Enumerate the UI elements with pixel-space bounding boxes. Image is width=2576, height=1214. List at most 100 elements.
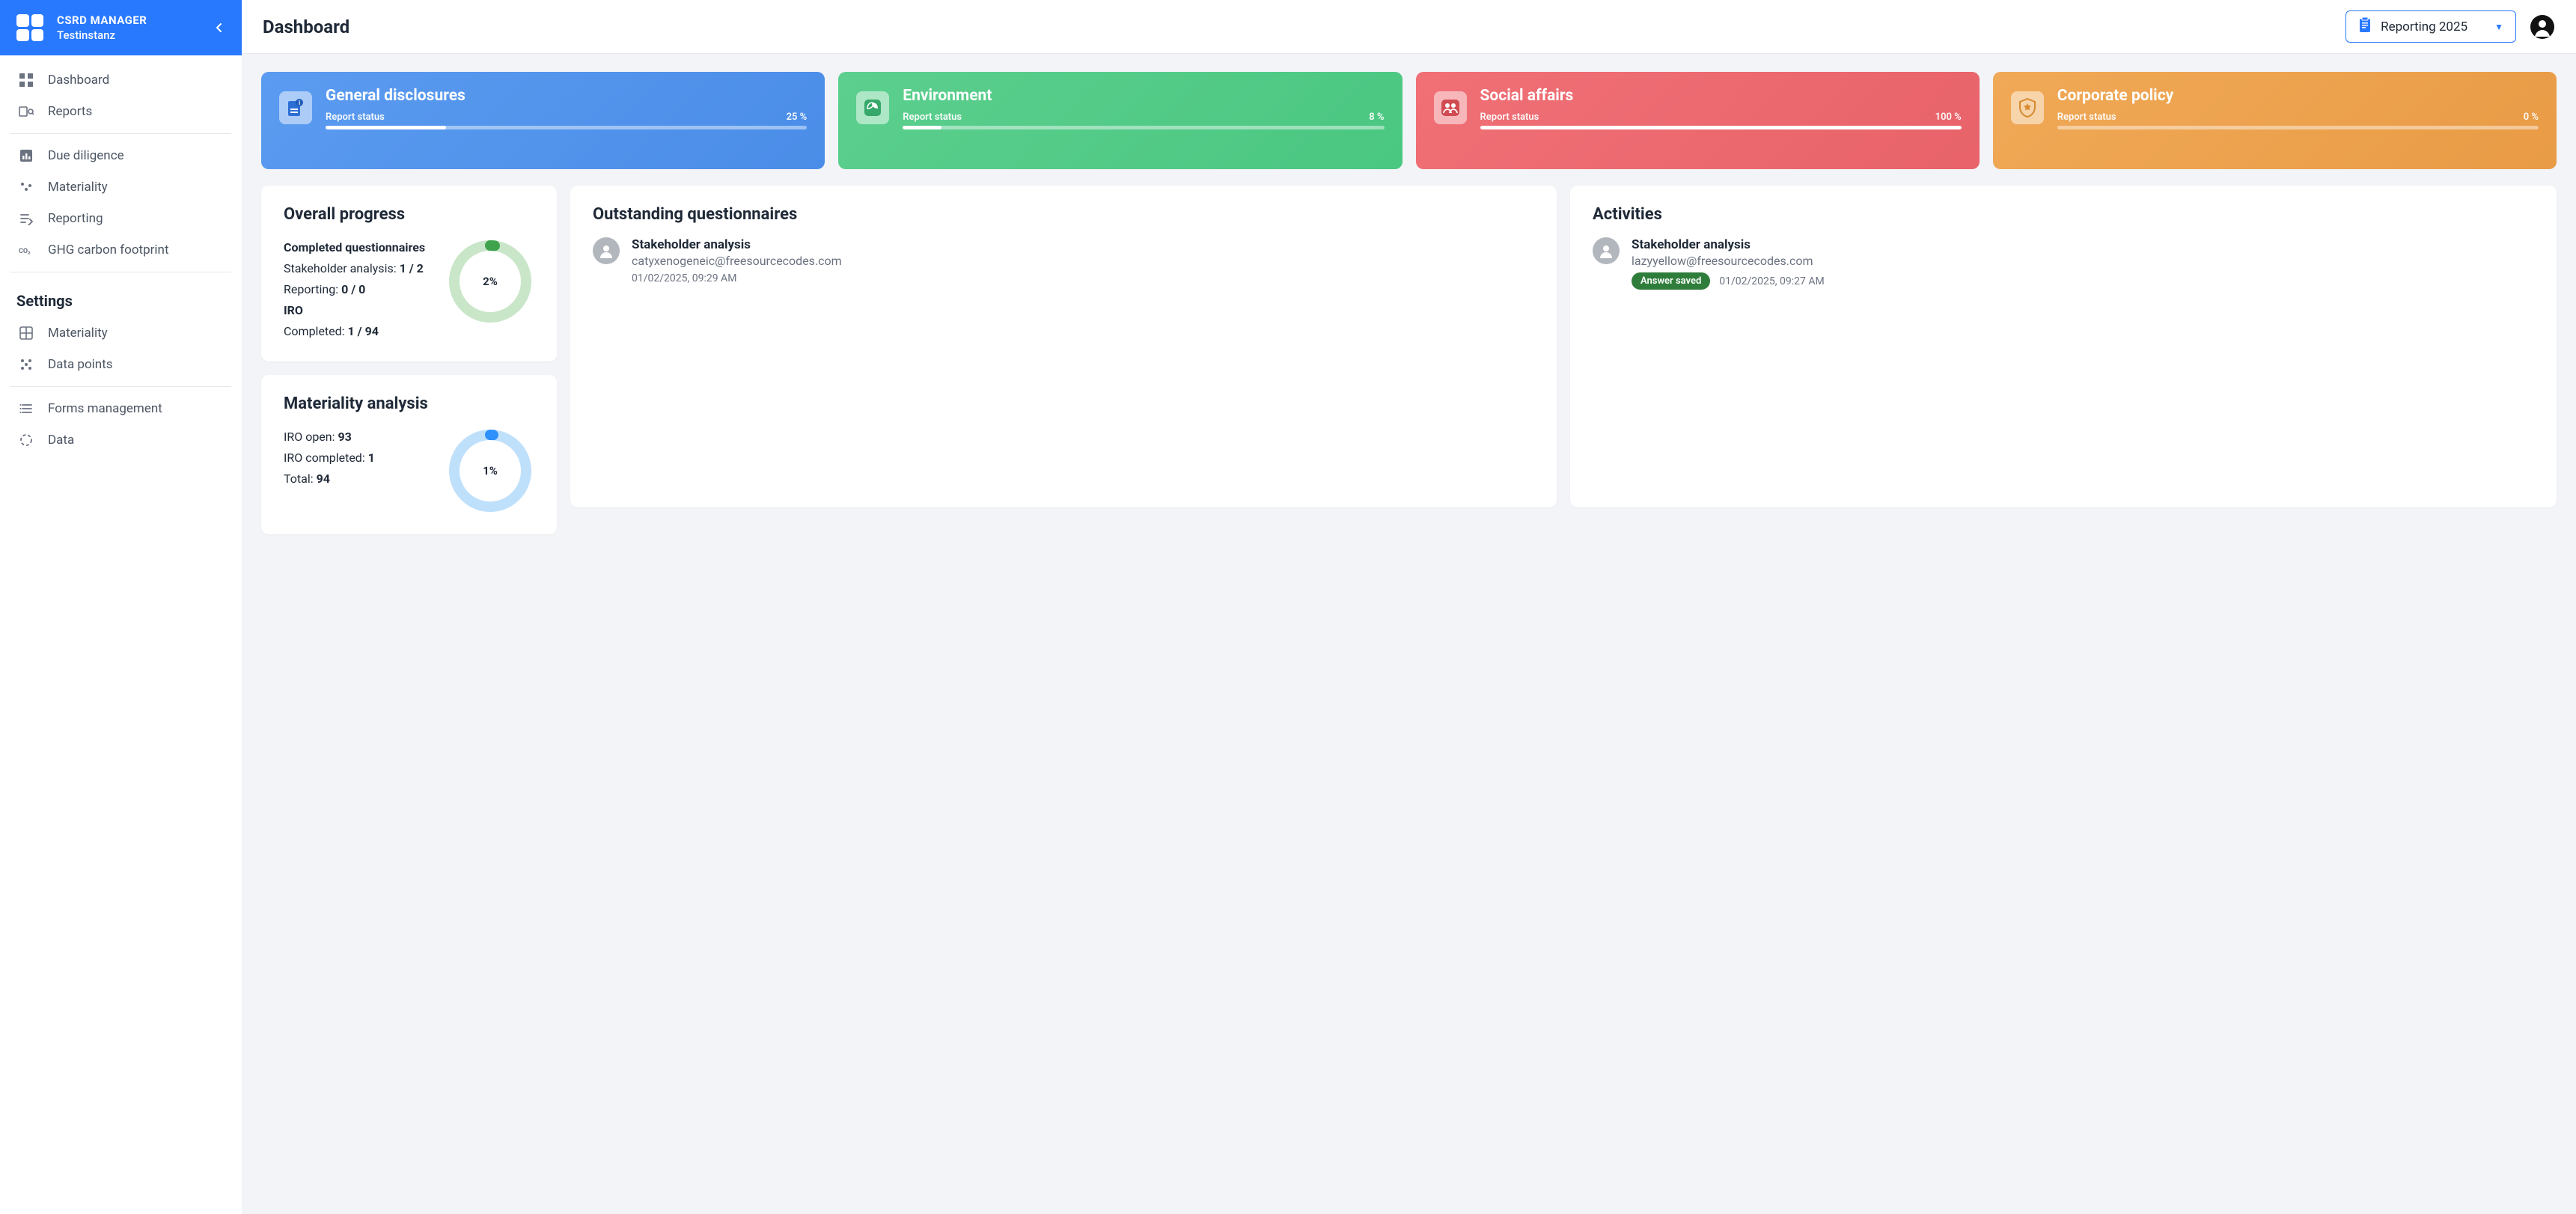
app-title: CSRD MANAGER	[57, 13, 147, 28]
sidebar-item-label: Data points	[48, 357, 113, 372]
grid-icon	[18, 325, 34, 341]
report-status-label: Report status	[903, 112, 962, 123]
widget-title: Overall progress	[284, 205, 534, 224]
settings-heading: Settings	[0, 278, 242, 317]
data-points-icon	[18, 356, 34, 373]
materiality-donut: 1%	[446, 427, 534, 515]
progress-bar	[2057, 126, 2539, 129]
status-card-title: Social affairs	[1480, 87, 1962, 106]
iro-total-label: Total:	[284, 472, 314, 486]
status-card-title: General disclosures	[326, 87, 807, 106]
list-icon	[18, 400, 34, 417]
sidebar-item-forms-management[interactable]: Forms management	[0, 393, 242, 424]
activity-item[interactable]: Stakeholder analysis lazyyellow@freesour…	[1593, 237, 2534, 290]
iro-completed-label: Completed:	[284, 324, 345, 338]
status-card-title: Corporate policy	[2057, 87, 2539, 106]
sidebar-item-label: Forms management	[48, 401, 162, 416]
activities-widget: Activities Stakeholder analysis lazyyell…	[1570, 186, 2557, 507]
activity-item-title: Stakeholder analysis	[1632, 237, 2534, 252]
status-card-social-affairs[interactable]: Social affairs Report status 100 %	[1416, 72, 1980, 169]
activity-item-email: lazyyellow@freesourcecodes.com	[1632, 254, 2534, 268]
app-logo-icon	[16, 14, 43, 41]
activity-badge: Answer saved	[1632, 272, 1710, 290]
overall-progress-donut: 2%	[446, 237, 534, 326]
sidebar-item-materiality[interactable]: Materiality	[0, 171, 242, 203]
bar-chart-icon	[18, 147, 34, 164]
donut-percent-label: 1%	[446, 427, 534, 515]
sidebar-nav: Dashboard Reports Due diligence Material…	[0, 55, 242, 1214]
sidebar-item-data-points[interactable]: Data points	[0, 349, 242, 380]
sidebar-item-label: Reports	[48, 104, 92, 119]
scatter-icon	[18, 179, 34, 195]
status-card-corporate-policy[interactable]: Corporate policy Report status 0 %	[1993, 72, 2557, 169]
progress-bar	[903, 126, 1384, 129]
progress-bar	[326, 126, 807, 129]
user-avatar-icon	[593, 237, 620, 264]
sidebar-item-data[interactable]: Data	[0, 424, 242, 456]
topbar: Dashboard Reporting 2025 ▼	[242, 0, 2576, 54]
sidebar-item-reporting[interactable]: Reporting	[0, 203, 242, 234]
widget-title: Outstanding questionnaires	[593, 205, 1534, 224]
sidebar-item-due-diligence[interactable]: Due diligence	[0, 140, 242, 171]
status-card-general-disclosures[interactable]: i General disclosures Report status 25 %	[261, 72, 825, 169]
stakeholder-value: 1 / 2	[400, 261, 424, 275]
leaf-icon	[856, 91, 889, 124]
report-status-label: Report status	[1480, 112, 1539, 123]
outstanding-item-time: 01/02/2025, 09:29 AM	[632, 272, 1534, 284]
reporting-period-label: Reporting 2025	[2381, 19, 2467, 34]
outstanding-questionnaires-widget: Outstanding questionnaires Stakeholder a…	[570, 186, 1557, 507]
reporting-period-selector[interactable]: Reporting 2025 ▼	[2345, 10, 2516, 43]
sidebar-item-label: Data	[48, 433, 74, 448]
user-avatar-icon	[1593, 237, 1620, 264]
widgets-row: Overall progress Completed questionnaire…	[261, 186, 2557, 534]
report-status-label: Report status	[326, 112, 385, 123]
status-card-title: Environment	[903, 87, 1384, 106]
main: Dashboard Reporting 2025 ▼ i General	[242, 0, 2576, 1214]
reporting-value: 0 / 0	[341, 282, 365, 296]
page-title: Dashboard	[263, 16, 350, 37]
outstanding-item[interactable]: Stakeholder analysis catyxenogeneic@free…	[593, 237, 1534, 284]
sidebar-item-reports[interactable]: Reports	[0, 96, 242, 127]
status-cards-row: i General disclosures Report status 25 %…	[261, 72, 2557, 169]
sidebar-item-label: Reporting	[48, 211, 103, 226]
sidebar-item-dashboard[interactable]: Dashboard	[0, 64, 242, 96]
sidebar-item-settings-materiality[interactable]: Materiality	[0, 317, 242, 349]
iro-open-value: 93	[338, 430, 351, 444]
stakeholder-label: Stakeholder analysis:	[284, 261, 397, 275]
report-status-percent: 100 %	[1935, 112, 1962, 123]
widget-title: Activities	[1593, 205, 2534, 224]
iro-completed-value: 1 / 94	[348, 324, 379, 338]
sidebar-collapse-button[interactable]	[210, 19, 228, 37]
sidebar-header: CSRD MANAGER Testinstanz	[0, 0, 242, 55]
user-avatar[interactable]	[2530, 14, 2555, 40]
iro-completed-value: 1	[368, 451, 375, 465]
document-info-icon: i	[279, 91, 312, 124]
co2-icon: CO₂	[18, 242, 34, 258]
sidebar-item-label: Dashboard	[48, 73, 109, 88]
materiality-stats: IRO open: 93 IRO completed: 1 Total: 94	[284, 427, 431, 489]
sidebar-item-label: Materiality	[48, 180, 108, 195]
svg-text:CO₂: CO₂	[19, 248, 31, 255]
materiality-widget: Materiality analysis IRO open: 93 IRO co…	[261, 375, 557, 534]
overall-progress-stats: Completed questionnaires Stakeholder ana…	[284, 237, 431, 342]
status-card-environment[interactable]: Environment Report status 8 %	[838, 72, 1402, 169]
report-status-percent: 25 %	[787, 112, 808, 123]
nav-divider	[10, 386, 231, 387]
report-status-percent: 8 %	[1369, 112, 1384, 123]
list-edit-icon	[18, 210, 34, 227]
report-status-label: Report status	[2057, 112, 2116, 123]
donut-percent-label: 2%	[446, 237, 534, 326]
caret-down-icon: ▼	[2494, 22, 2503, 32]
dashboard-icon	[18, 72, 34, 88]
outstanding-item-title: Stakeholder analysis	[632, 237, 1534, 252]
progress-bar	[1480, 126, 1962, 129]
overall-progress-widget: Overall progress Completed questionnaire…	[261, 186, 557, 362]
people-icon	[1434, 91, 1467, 124]
sidebar-item-ghg[interactable]: CO₂ GHG carbon footprint	[0, 234, 242, 266]
reporting-label: Reporting:	[284, 282, 338, 296]
iro-heading: IRO	[284, 300, 431, 321]
report-status-percent: 0 %	[2524, 112, 2539, 123]
sidebar: CSRD MANAGER Testinstanz Dashboard Repor…	[0, 0, 242, 1214]
shield-star-icon	[2011, 91, 2044, 124]
iro-total-value: 94	[317, 472, 330, 486]
